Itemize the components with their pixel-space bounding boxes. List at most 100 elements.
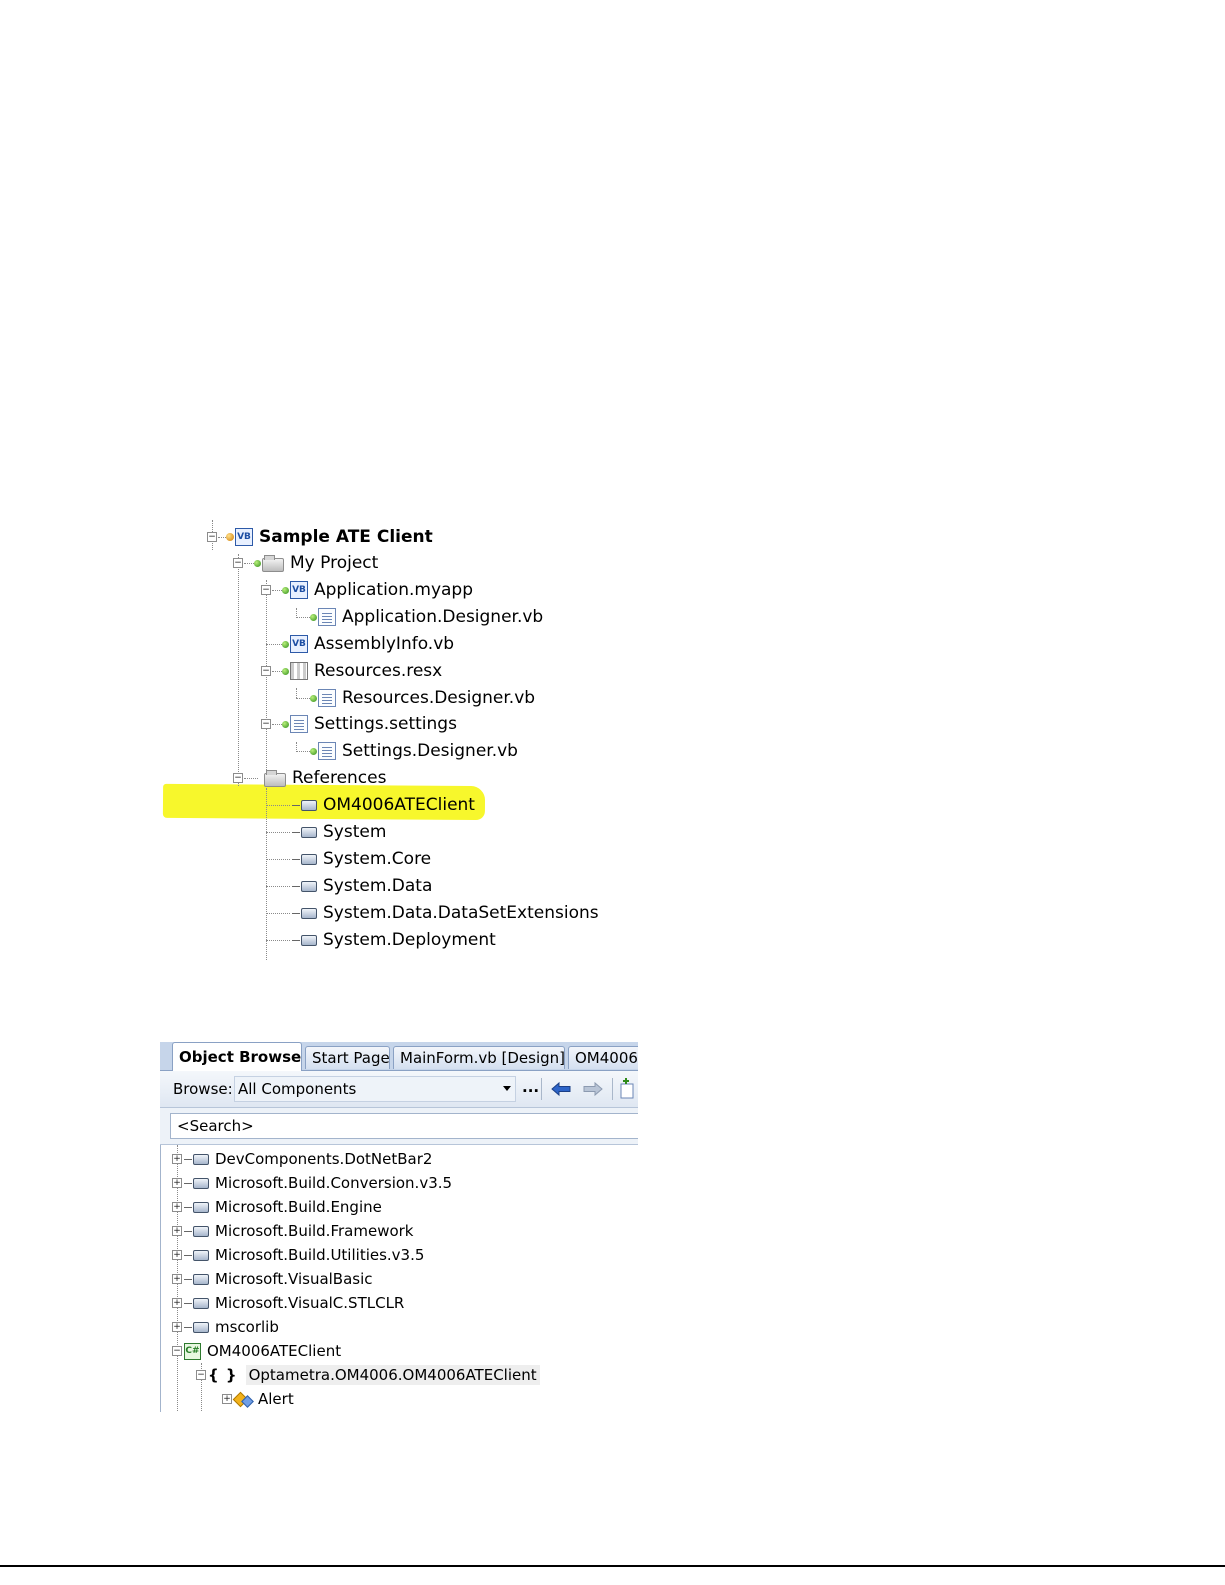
csharp-project-icon: C# [184, 1342, 201, 1360]
namespace-label: Optametra.OM4006.OM4006ATEClient [245, 1365, 540, 1385]
tab-om4006[interactable]: OM4006A [568, 1046, 638, 1069]
component-item-expanded[interactable]: − C# OM4006ATEClient [172, 1339, 341, 1363]
browse-scope-dropdown[interactable]: All Components [234, 1076, 516, 1102]
vb-code-file-icon [318, 608, 336, 626]
tree-node-settings-designer[interactable]: Settings.Designer.vb [310, 739, 518, 763]
namespace-icon: { } [208, 1366, 238, 1384]
collapse-toggle-project[interactable]: − [207, 532, 217, 542]
reference-label: System.Data [323, 876, 433, 896]
tree-node-application-designer[interactable]: Application.Designer.vb [310, 605, 543, 629]
component-item[interactable]: + Microsoft.Build.Utilities.v3.5 [172, 1243, 424, 1267]
reference-item[interactable]: System [292, 820, 386, 844]
search-input[interactable] [170, 1113, 638, 1139]
collapse-toggle-application-myapp[interactable]: − [261, 585, 271, 595]
expand-toggle[interactable]: + [172, 1202, 182, 1212]
tree-node-settings[interactable]: Settings.settings [282, 712, 457, 736]
tree-node-application-myapp[interactable]: VB Application.myapp [282, 578, 473, 602]
vb-project-icon: VB [235, 528, 253, 546]
tree-node-assemblyinfo[interactable]: VB AssemblyInfo.vb [282, 632, 454, 656]
tree-node-resources-resx[interactable]: Resources.resx [282, 659, 442, 683]
namespace-item[interactable]: − { } Optametra.OM4006.OM4006ATEClient [196, 1363, 540, 1387]
assembly-reference-icon [184, 1153, 209, 1165]
add-reference-icon[interactable] [620, 1078, 638, 1100]
resources-resx-label: Resources.resx [314, 661, 443, 681]
object-browser-toolbar: Browse: All Components ... [160, 1071, 638, 1108]
settings-label: Settings.settings [314, 714, 457, 734]
assembly-reference-icon [184, 1249, 209, 1261]
reference-label: OM4006ATEClient [323, 795, 475, 815]
reference-item[interactable]: System.Deployment [292, 928, 496, 952]
collapse-toggle[interactable]: − [172, 1346, 182, 1356]
component-label: Microsoft.Build.Framework [215, 1222, 414, 1240]
document-tab-bar: Object Browser Start Page MainForm.vb [D… [160, 1042, 638, 1071]
myapp-file-icon: VB [290, 581, 308, 599]
reference-item[interactable]: System.Core [292, 847, 431, 871]
resx-file-icon [290, 662, 308, 680]
project-label: Sample ATE Client [259, 527, 433, 547]
component-item[interactable]: + DevComponents.DotNetBar2 [172, 1147, 432, 1171]
assembly-reference-icon [184, 1201, 209, 1213]
folder-open-icon [262, 554, 284, 572]
references-label: References [292, 768, 387, 788]
expand-toggle[interactable]: + [172, 1298, 182, 1308]
expand-toggle[interactable]: + [172, 1226, 182, 1236]
tab-object-browser[interactable]: Object Browser [172, 1042, 302, 1071]
assembly-reference-icon [292, 826, 317, 838]
back-arrow-icon[interactable] [550, 1080, 572, 1098]
expand-toggle[interactable]: + [222, 1394, 232, 1404]
class-icon [234, 1391, 252, 1407]
expand-toggle[interactable]: + [172, 1178, 182, 1188]
collapse-toggle-my-project[interactable]: − [233, 558, 243, 568]
assembly-reference-icon [292, 853, 317, 865]
tab-mainform-design[interactable]: MainForm.vb [Design] [393, 1046, 565, 1069]
collapse-toggle[interactable]: − [196, 1370, 206, 1380]
tab-start-page[interactable]: Start Page [305, 1046, 390, 1069]
checked-in-icon [282, 667, 289, 675]
component-item[interactable]: + Microsoft.Build.Engine [172, 1195, 382, 1219]
class-item[interactable]: + Alert [222, 1387, 294, 1411]
assembly-reference-icon [184, 1225, 209, 1237]
collapse-toggle-resources-resx[interactable]: − [261, 666, 271, 676]
application-myapp-label: Application.myapp [314, 580, 474, 600]
search-row [160, 1108, 638, 1145]
dropdown-arrow-icon [503, 1086, 511, 1091]
component-label: Microsoft.VisualBasic [215, 1270, 373, 1288]
collapse-toggle-references[interactable]: − [233, 773, 243, 783]
component-item[interactable]: + Microsoft.VisualBasic [172, 1267, 373, 1291]
settings-designer-label: Settings.Designer.vb [342, 741, 518, 761]
tree-node-my-project[interactable]: My Project [254, 551, 378, 575]
expand-toggle[interactable]: + [172, 1250, 182, 1260]
collapse-toggle-settings[interactable]: − [261, 719, 271, 729]
reference-item[interactable]: System.Data.DataSetExtensions [292, 901, 599, 925]
reference-item[interactable]: System.Data [292, 874, 432, 898]
component-item[interactable]: + Microsoft.Build.Framework [172, 1219, 414, 1243]
component-item[interactable]: + mscorlib [172, 1315, 279, 1339]
component-label: Microsoft.Build.Utilities.v3.5 [215, 1246, 425, 1264]
component-item[interactable]: + Microsoft.Build.Conversion.v3.5 [172, 1171, 452, 1195]
component-label: OM4006ATEClient [207, 1342, 342, 1360]
toolbar-separator [612, 1078, 613, 1100]
expand-toggle[interactable]: + [172, 1274, 182, 1284]
tree-node-references[interactable]: References [264, 766, 386, 790]
expand-toggle[interactable]: + [172, 1154, 182, 1164]
vb-file-icon: VB [290, 635, 308, 653]
forward-arrow-icon[interactable] [582, 1080, 604, 1098]
tree-node-project[interactable]: VB Sample ATE Client [226, 525, 433, 549]
browse-label: Browse: [173, 1080, 233, 1098]
folder-open-icon [264, 769, 286, 787]
object-browser-window: Object Browser Start Page MainForm.vb [D… [160, 1042, 638, 1412]
reference-label: System.Data.DataSetExtensions [323, 903, 599, 923]
component-item[interactable]: + Microsoft.VisualC.STLCLR [172, 1291, 404, 1315]
component-label: Microsoft.Build.Engine [215, 1198, 382, 1216]
assembly-reference-icon [292, 907, 317, 919]
checked-in-icon [310, 613, 317, 621]
assembly-reference-icon [184, 1273, 209, 1285]
tree-node-resources-designer[interactable]: Resources.Designer.vb [310, 686, 535, 710]
reference-item[interactable]: OM4006ATEClient [292, 793, 475, 817]
reference-label: System.Deployment [323, 930, 496, 950]
expand-toggle[interactable]: + [172, 1322, 182, 1332]
assembly-reference-icon [184, 1321, 209, 1333]
assembly-reference-icon [292, 880, 317, 892]
checked-in-icon [282, 586, 289, 594]
browse-customize-button[interactable]: ... [522, 1078, 539, 1096]
